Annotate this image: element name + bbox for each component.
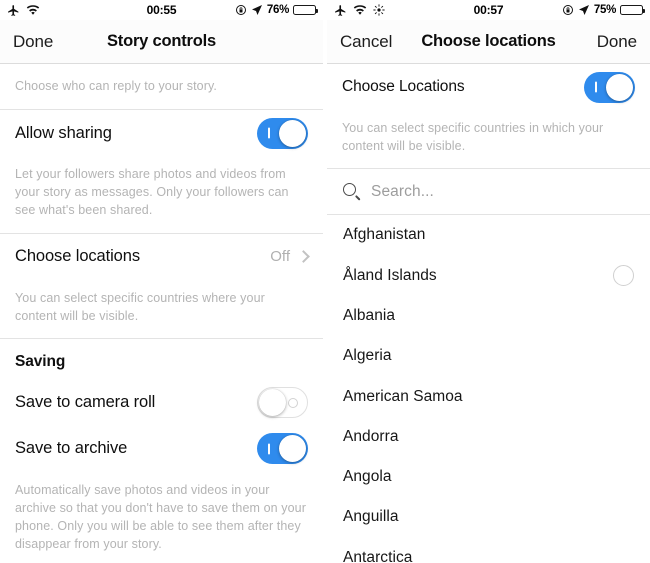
allow-sharing-label: Allow sharing bbox=[15, 123, 112, 142]
list-item[interactable]: Andorra bbox=[327, 416, 650, 458]
country-name: Angola bbox=[343, 468, 392, 486]
list-item[interactable]: Angola bbox=[327, 457, 650, 498]
save-to-archive-label: Save to archive bbox=[15, 439, 128, 458]
story-controls-screen: 00:55 76% Done Story controls Choose who… bbox=[0, 0, 323, 563]
choose-locations-hint: You can select specific countries in whi… bbox=[342, 121, 604, 154]
toggle-on-mark bbox=[268, 443, 271, 455]
choose-locations-label: Choose locations bbox=[15, 247, 140, 265]
rotation-lock-icon bbox=[235, 4, 247, 16]
rotation-lock-icon bbox=[562, 4, 574, 16]
saving-section-header: Saving bbox=[0, 339, 323, 380]
toggle-on-mark bbox=[268, 127, 271, 139]
choose-locations-row[interactable]: Choose locations Off bbox=[0, 233, 323, 280]
toggle-off-mark bbox=[288, 397, 298, 408]
status-bar-right-icons: 75% bbox=[562, 4, 646, 16]
battery-icon bbox=[293, 4, 319, 16]
country-name: Afghanistan bbox=[343, 226, 426, 244]
choose-locations-hint: You can select specific countries where … bbox=[15, 290, 265, 323]
list-item[interactable]: Algeria bbox=[327, 336, 650, 377]
country-name: Albania bbox=[343, 306, 396, 324]
list-item[interactable]: Antarctica bbox=[327, 537, 650, 563]
allow-sharing-toggle[interactable] bbox=[257, 117, 308, 149]
saving-hint: Automatically save photos and videos in … bbox=[15, 482, 306, 552]
search-input[interactable]: Search... bbox=[327, 169, 650, 215]
save-to-archive-toggle[interactable] bbox=[257, 433, 308, 465]
country-name: Andorra bbox=[343, 427, 399, 445]
save-to-archive-row[interactable]: Save to archive bbox=[0, 425, 323, 472]
navigation-bar-left: Done Story controls bbox=[0, 20, 323, 64]
choose-locations-screen: 00:57 75% Cancel Choose locations Done C… bbox=[327, 0, 650, 563]
status-bar-left: 00:55 76% bbox=[0, 0, 323, 20]
country-list: Afghanistan Åland Islands Albania Algeria Am… bbox=[327, 215, 650, 563]
choose-locations-toggle-row[interactable]: Choose Locations bbox=[327, 64, 650, 110]
toggle-on-mark bbox=[595, 81, 598, 93]
country-name: American Samoa bbox=[343, 387, 463, 405]
country-name: Anguilla bbox=[343, 508, 399, 526]
toggle-knob bbox=[606, 73, 633, 101]
save-to-archive-control bbox=[257, 433, 308, 465]
dual-screenshot-container: 00:55 76% Done Story controls Choose who… bbox=[0, 0, 650, 563]
status-bar-right: 00:57 75% bbox=[327, 0, 650, 20]
done-button[interactable]: Done bbox=[597, 32, 637, 52]
save-to-camera-roll-control bbox=[257, 387, 308, 419]
choose-locations-control bbox=[584, 71, 635, 103]
toggle-knob bbox=[259, 389, 286, 417]
list-item[interactable]: Anguilla bbox=[327, 497, 650, 538]
choose-locations-control: Off bbox=[270, 248, 310, 265]
status-bar-right-icons: 76% bbox=[235, 4, 319, 16]
save-to-camera-roll-row[interactable]: Save to camera roll bbox=[0, 379, 323, 426]
reply-hint-text: Choose who can reply to your story. bbox=[15, 79, 217, 93]
search-placeholder: Search... bbox=[371, 182, 434, 200]
toggle-knob bbox=[279, 119, 306, 147]
list-item[interactable]: Albania bbox=[327, 295, 650, 337]
chevron-right-icon bbox=[297, 250, 310, 263]
choose-locations-toggle[interactable] bbox=[584, 71, 635, 103]
allow-sharing-hint: Let your followers share photos and vide… bbox=[15, 167, 289, 218]
done-button[interactable]: Done bbox=[13, 32, 53, 52]
search-icon bbox=[343, 183, 361, 201]
list-item[interactable]: Åland Islands bbox=[327, 255, 650, 296]
country-name: Åland Islands bbox=[343, 266, 437, 284]
choose-locations-label: Choose Locations bbox=[342, 78, 465, 95]
choose-locations-value: Off bbox=[270, 248, 290, 265]
location-arrow-icon bbox=[251, 4, 263, 16]
navigation-bar-right: Cancel Choose locations Done bbox=[327, 20, 650, 64]
country-name: Algeria bbox=[343, 347, 392, 365]
battery-percent-label: 75% bbox=[593, 4, 616, 16]
cancel-button[interactable]: Cancel bbox=[340, 32, 392, 52]
battery-percent-label: 76% bbox=[266, 4, 289, 16]
save-to-camera-roll-toggle[interactable] bbox=[257, 387, 308, 419]
list-item[interactable]: American Samoa bbox=[327, 376, 650, 417]
allow-sharing-row[interactable]: Allow sharing bbox=[0, 110, 323, 157]
location-arrow-icon bbox=[578, 4, 590, 16]
saving-header-label: Saving bbox=[15, 352, 66, 370]
allow-sharing-control bbox=[257, 117, 308, 149]
battery-icon bbox=[620, 4, 646, 16]
toggle-knob bbox=[279, 435, 306, 463]
selection-circle-icon[interactable] bbox=[613, 265, 634, 287]
list-item[interactable]: Afghanistan bbox=[327, 215, 650, 256]
country-name: Antarctica bbox=[343, 548, 413, 563]
save-to-camera-roll-label: Save to camera roll bbox=[15, 393, 156, 412]
